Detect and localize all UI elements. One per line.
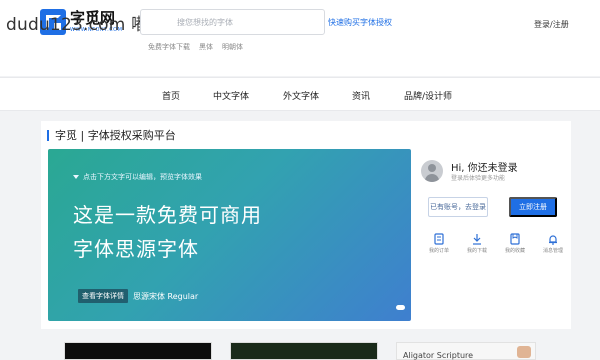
favorite-icon [510,233,520,245]
hot-link[interactable]: 免费字体下载 [148,42,190,52]
greeting-text: Hi, 你还未登录 [451,163,518,174]
search-input[interactable] [141,10,324,35]
nav-item-home[interactable]: 首页 [162,89,180,102]
font-thumbnail[interactable]: Aligator Scripture [396,342,536,360]
quick-link-label: 我的收藏 [504,248,525,254]
triangle-down-icon [73,175,79,179]
thumbnail-text: Aligator Scripture [403,351,474,360]
hot-link[interactable]: 明朝体 [222,42,243,52]
nav-item-news[interactable]: 资讯 [352,89,370,102]
login-register-link[interactable]: 登录/注册 [534,19,569,30]
quick-link-orders[interactable]: 我的订单 [422,233,456,254]
user-panel: Hi, 你还未登录 登录后体验更多功能 已有账号，去登录 立即注册 我的订单 我… [415,149,570,321]
font-detail-button[interactable]: 查看字体详情 [78,289,128,303]
quick-link-downloads[interactable]: 我的下载 [460,233,494,254]
greeting-subtext: 登录后体验更多功能 [451,175,506,182]
carousel-indicator[interactable] [396,305,405,310]
buy-license-link[interactable]: 快速购买字体授权 [328,17,392,28]
search-box [140,9,325,35]
banner-hint-text: 点击下方文字可以编辑，预览字体效果 [83,173,202,181]
nav-item-foreign-fonts[interactable]: 外文字体 [283,89,319,102]
main-nav: 首页 中文字体 外文字体 资讯 品牌/设计师 [0,77,600,111]
hot-search-links: 免费字体下载 黑体 明朝体 [148,42,243,52]
quick-link-label: 我的下载 [466,248,487,254]
platform-heading: 字觅 | 字体授权采购平台 [47,127,176,143]
nav-item-chinese-fonts[interactable]: 中文字体 [213,89,249,102]
avatar-icon [421,160,443,182]
bell-icon [549,235,557,245]
font-thumbnail[interactable] [64,342,212,360]
font-preview-banner[interactable]: 点击下方文字可以编辑，预览字体效果 这是一款免费可商用 字体思源字体 查看字体详… [48,149,411,321]
font-name: 思源宋体 Regular [133,291,199,301]
nav-item-brands[interactable]: 品牌/设计师 [404,89,452,102]
font-thumbnail[interactable] [230,342,378,360]
register-button[interactable]: 立即注册 [509,197,557,217]
banner-font-info: 查看字体详情 思源宋体 Regular [78,289,198,303]
quick-link-favorites[interactable]: 我的收藏 [498,233,532,254]
decoration-image [517,346,531,358]
accent-bar [47,129,49,141]
order-icon [434,233,444,245]
main-card: 字觅 | 字体授权采购平台 点击下方文字可以编辑，预览字体效果 这是一款免费可商… [41,121,571,329]
download-icon [473,234,481,245]
banner-hint: 点击下方文字可以编辑，预览字体效果 [73,172,202,182]
login-button[interactable]: 已有账号，去登录 [428,197,488,217]
quick-link-messages[interactable]: 消息管理 [536,233,570,254]
site-header: 字觅网 WWW.NFONT.COM dudu123.com 嘟嘟Ai导航 免费字… [0,0,600,76]
quick-link-label: 我的订单 [428,248,449,254]
quick-link-label: 消息管理 [542,248,563,254]
preview-text-line2[interactable]: 字体思源字体 [73,233,199,262]
preview-text-line1[interactable]: 这是一款免费可商用 [73,199,262,228]
platform-title: 字觅 | 字体授权采购平台 [55,129,176,142]
hot-link[interactable]: 黑体 [199,42,213,52]
